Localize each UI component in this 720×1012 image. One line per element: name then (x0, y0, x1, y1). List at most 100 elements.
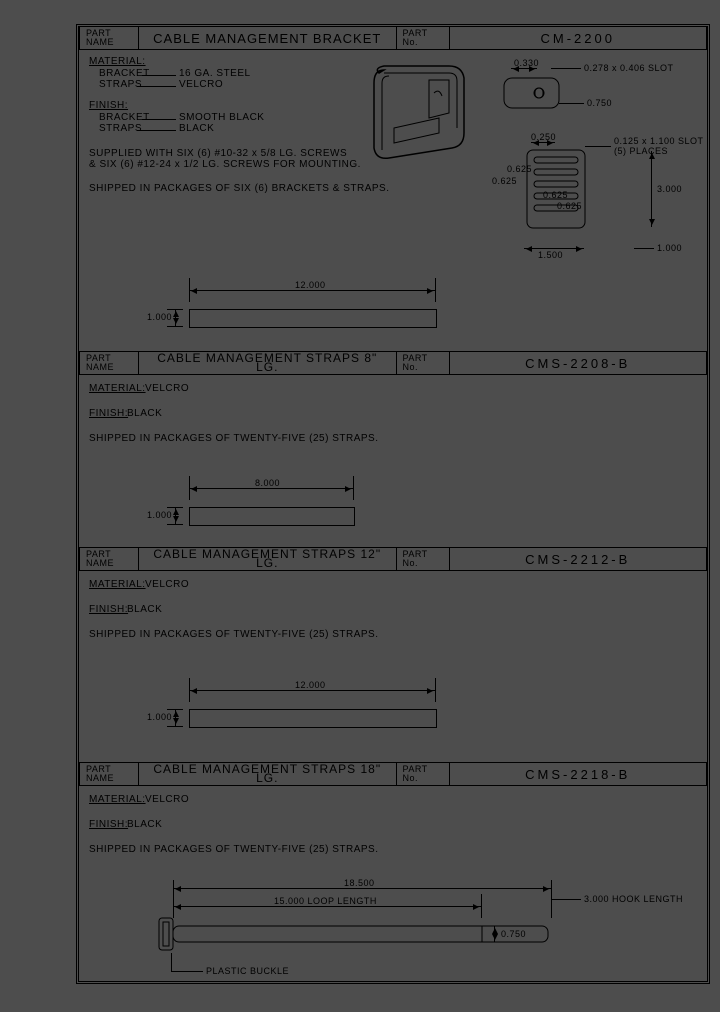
dim-line-v (175, 709, 176, 726)
part-name: CABLE MANAGEMENT STRAPS 18" LG. (139, 763, 397, 785)
material: VELCRO (145, 794, 189, 805)
strap-rect (189, 309, 437, 328)
dim-line-v (175, 309, 176, 326)
dim-line (524, 248, 584, 249)
tick (189, 678, 190, 702)
material-label: MATERIAL: (89, 794, 146, 805)
part-number: CMS-2208-B (450, 352, 707, 374)
section-cm2200: PARTNAME CABLE MANAGEMENT BRACKET PARTNo… (79, 27, 707, 351)
leader (559, 103, 584, 104)
shipped: SHIPPED IN PACKAGES OF SIX (6) BRACKETS … (89, 183, 390, 194)
material-label: MATERIAL: (89, 56, 146, 67)
dbuckle: PLASTIC BUCKLE (206, 966, 289, 976)
dim-line-v (494, 926, 495, 942)
part-name: CABLE MANAGEMENT STRAPS 8" LG. (139, 352, 397, 374)
bracket-label: BRACKET (99, 112, 150, 123)
dplaces: (5) PLACES (614, 146, 668, 156)
strap-rect (189, 507, 355, 526)
mat-bracket: 16 GA. STEEL (179, 68, 251, 79)
dim-line (173, 888, 551, 889)
finish-label: FINISH: (89, 100, 128, 111)
d18500: 18.500 (344, 878, 375, 888)
body: MATERIAL: BRACKET 16 GA. STEEL STRAPS VE… (79, 50, 707, 350)
d0330: 0.330 (514, 58, 539, 68)
tick (167, 507, 183, 508)
strap-rect (189, 709, 437, 728)
leader (171, 971, 203, 972)
partname-header: PARTNAME (80, 548, 139, 570)
tick (353, 476, 354, 500)
partno-header: PARTNo. (397, 352, 450, 374)
body: MATERIAL: VELCRO FINISH: BLACK SHIPPED I… (79, 571, 707, 762)
straps-label: STRAPS (99, 79, 142, 90)
striplen: 8.000 (255, 478, 280, 488)
tick (167, 309, 183, 310)
leader (142, 75, 176, 76)
finish-label: FINISH: (89, 408, 128, 419)
shipped: SHIPPED IN PACKAGES OF TWENTY-FIVE (25) … (89, 433, 378, 444)
leader (137, 86, 176, 87)
tick (173, 880, 174, 918)
title-row: PARTNAME CABLE MANAGEMENT STRAPS 12" LG.… (79, 548, 707, 571)
dim-line (189, 290, 435, 291)
body: MATERIAL: VELCRO FINISH: BLACK SHIPPED I… (79, 375, 707, 547)
d3000: 3.000 (657, 184, 682, 194)
leader (137, 130, 176, 131)
tick (167, 524, 183, 525)
title-row: PARTNAME CABLE MANAGEMENT STRAPS 8" LG. … (79, 352, 707, 375)
part-name: CABLE MANAGEMENT STRAPS 12" LG. (139, 548, 397, 570)
striplen: 12.000 (295, 280, 326, 290)
tick (189, 476, 190, 500)
part-number: CMS-2218-B (450, 763, 707, 785)
striph: 1.000 (147, 510, 172, 520)
tick (551, 880, 552, 918)
d1000: 1.000 (657, 243, 682, 253)
d0625b: 0.625 (507, 164, 532, 174)
d0750: 0.750 (501, 929, 526, 939)
tick (435, 278, 436, 302)
tick (481, 894, 482, 918)
leader (171, 953, 172, 971)
mat-straps: VELCRO (179, 79, 223, 90)
supplied2: & SIX (6) #12-24 x 1/2 LG. SCREWS FOR MO… (89, 159, 361, 170)
leader (551, 899, 581, 900)
partno-header: PARTNo. (397, 763, 450, 785)
fin-straps: BLACK (179, 123, 214, 134)
material: VELCRO (145, 579, 189, 590)
finish: BLACK (127, 604, 162, 615)
striph: 1.000 (147, 312, 172, 322)
fin-bracket: SMOOTH BLACK (179, 112, 264, 123)
dim-line (531, 142, 555, 143)
shipped: SHIPPED IN PACKAGES OF TWENTY-FIVE (25) … (89, 844, 378, 855)
tick (167, 726, 183, 727)
partname-header: PARTNAME (80, 763, 139, 785)
leader (634, 248, 654, 249)
dim-line (173, 906, 481, 907)
material: VELCRO (145, 383, 189, 394)
leader (142, 119, 176, 120)
partname-header: PARTNAME (80, 27, 139, 49)
material-label: MATERIAL: (89, 383, 146, 394)
section-cms2208: PARTNAME CABLE MANAGEMENT STRAPS 8" LG. … (79, 351, 707, 548)
dslot2: 0.125 x 1.100 SLOT (614, 136, 704, 146)
tick (189, 278, 190, 302)
bracket-iso-icon (354, 58, 484, 183)
partname-header: PARTNAME (80, 352, 139, 374)
tick (167, 326, 183, 327)
partno-header: PARTNo. (397, 27, 450, 49)
part-number: CMS-2212-B (450, 548, 707, 570)
dim-line-v (175, 507, 176, 524)
title-row: PARTNAME CABLE MANAGEMENT BRACKET PARTNo… (79, 27, 707, 50)
supplied1: SUPPLIED WITH SIX (6) #10-32 x 5/8 LG. S… (89, 148, 347, 159)
dim-line-v (651, 151, 652, 227)
leader (551, 68, 581, 69)
straps-label: STRAPS (99, 123, 142, 134)
finish-label: FINISH: (89, 604, 128, 615)
dim-line (511, 68, 537, 69)
d0625d: 0.625 (543, 190, 568, 200)
partno-header: PARTNo. (397, 548, 450, 570)
tick (435, 678, 436, 702)
dslot1: 0.278 x 0.406 SLOT (584, 63, 674, 73)
d0625c: 0.625 (557, 201, 582, 211)
d0625a: 0.625 (492, 176, 517, 186)
